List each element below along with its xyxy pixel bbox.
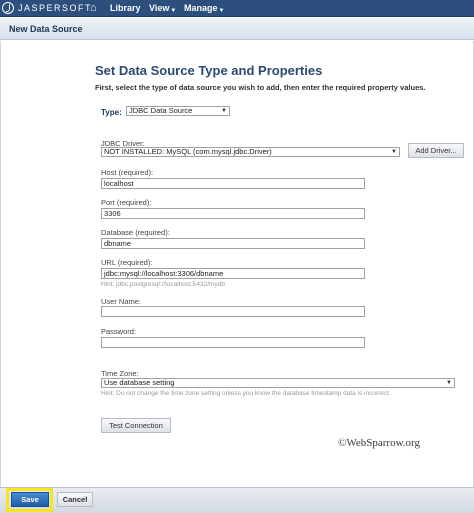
nav-manage-label: Manage bbox=[184, 3, 218, 13]
url-hint: Hint: jdbc:postgresql://localhost:5432/m… bbox=[101, 281, 225, 288]
page-title: Set Data Source Type and Properties bbox=[95, 63, 323, 78]
type-select-value: JDBC Data Source bbox=[129, 106, 193, 115]
caret-down-icon: ▼ bbox=[170, 8, 177, 14]
jaspersoft-logo[interactable]: JASPERSOFT bbox=[2, 1, 92, 15]
host-label: Host (required): bbox=[101, 168, 154, 177]
dropdown-arrow-icon: ▼ bbox=[446, 380, 452, 386]
type-select[interactable]: JDBC Data Source ▼ bbox=[126, 106, 230, 116]
timezone-label: Time Zone: bbox=[101, 369, 139, 378]
database-input[interactable]: dbname bbox=[101, 238, 365, 249]
port-input[interactable]: 3306 bbox=[101, 208, 365, 219]
top-navigation-bar: JASPERSOFT ⌂ Library View▼ Manage▼ bbox=[0, 0, 474, 17]
form-panel bbox=[0, 41, 474, 487]
dropdown-arrow-icon: ▼ bbox=[391, 149, 397, 155]
save-button[interactable]: Save bbox=[11, 492, 49, 507]
url-input[interactable]: jdbc:mysql://localhost:3306/dbname bbox=[101, 268, 365, 279]
instructions-text: First, select the type of data source yo… bbox=[95, 83, 426, 92]
nav-library-label: Library bbox=[110, 3, 141, 13]
port-label: Port (required): bbox=[101, 198, 152, 207]
username-label: User Name: bbox=[101, 297, 142, 306]
type-label: Type: bbox=[101, 108, 122, 117]
page-header-bar: New Data Source bbox=[0, 18, 474, 40]
cancel-button[interactable]: Cancel bbox=[57, 492, 93, 507]
url-label: URL (required): bbox=[101, 258, 153, 267]
database-label: Database (required): bbox=[101, 228, 170, 237]
password-input[interactable] bbox=[101, 337, 365, 348]
jdbc-driver-select[interactable]: NOT INSTALLED: MySQL (com.mysql.jdbc.Dri… bbox=[101, 147, 400, 157]
home-icon[interactable]: ⌂ bbox=[90, 2, 97, 15]
watermark: ©WebSparrow.org bbox=[338, 437, 421, 449]
timezone-hint: Hint: Do not change the time zone settin… bbox=[101, 390, 391, 397]
dropdown-arrow-icon: ▼ bbox=[221, 108, 227, 114]
page-header-title: New Data Source bbox=[9, 24, 83, 34]
add-driver-button[interactable]: Add Driver... bbox=[408, 143, 464, 158]
host-input[interactable]: localhost bbox=[101, 178, 365, 189]
logo-text: JASPERSOFT bbox=[18, 3, 93, 13]
nav-library[interactable]: Library bbox=[110, 3, 141, 14]
timezone-select-value: Use database setting bbox=[104, 378, 175, 387]
test-connection-button[interactable]: Test Connection bbox=[101, 418, 171, 433]
caret-down-icon: ▼ bbox=[218, 8, 225, 14]
jdbc-driver-select-value: NOT INSTALLED: MySQL (com.mysql.jdbc.Dri… bbox=[104, 147, 272, 156]
nav-view-label: View bbox=[149, 3, 170, 13]
username-input[interactable] bbox=[101, 306, 365, 317]
nav-view[interactable]: View▼ bbox=[149, 3, 176, 17]
jaspersoft-logo-icon bbox=[2, 2, 14, 14]
password-label: Password: bbox=[101, 327, 137, 336]
timezone-select[interactable]: Use database setting ▼ bbox=[101, 378, 455, 388]
nav-manage[interactable]: Manage▼ bbox=[184, 3, 224, 17]
